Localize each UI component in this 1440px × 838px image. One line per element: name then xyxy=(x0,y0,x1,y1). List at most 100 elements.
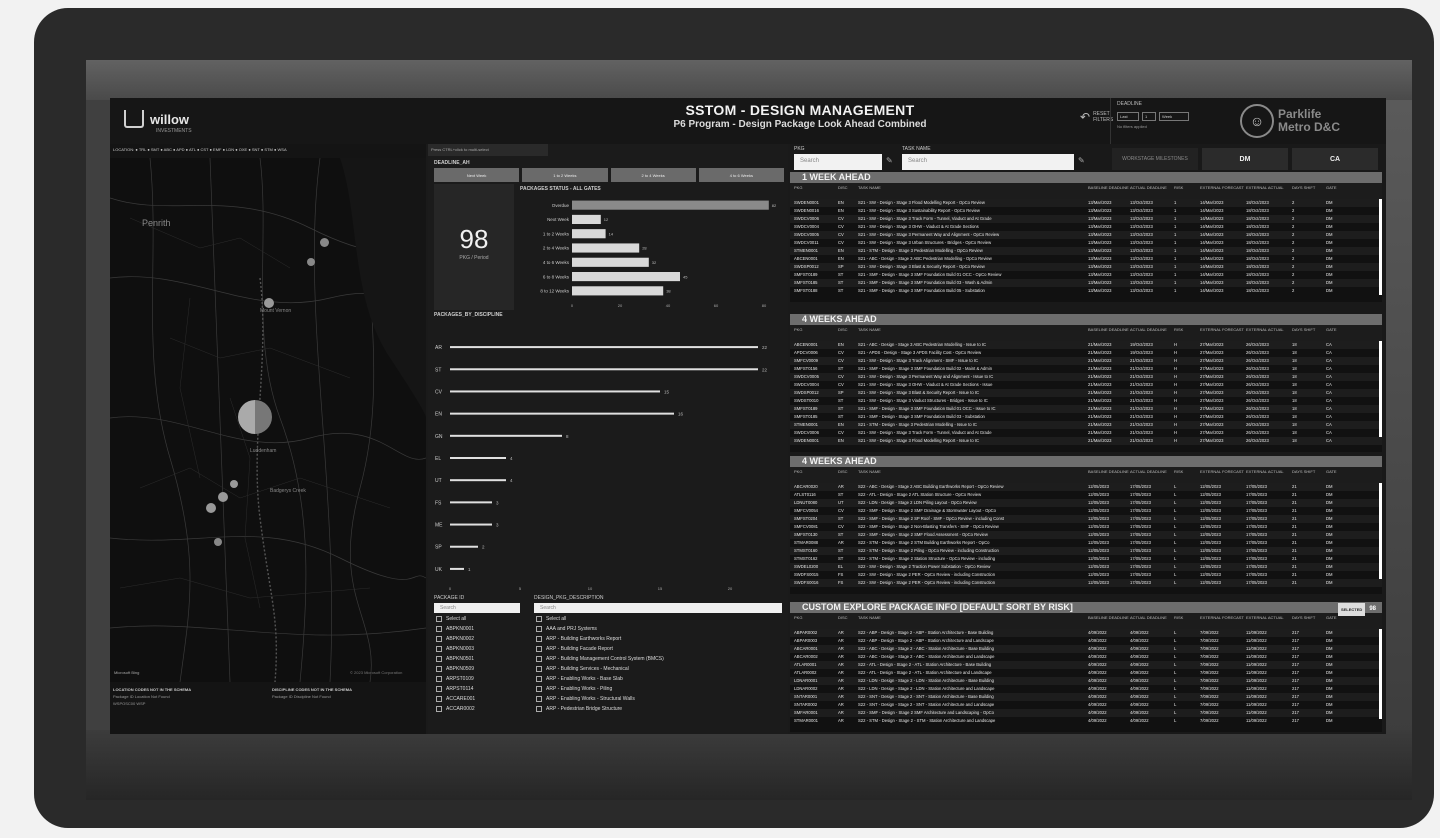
slicer-option[interactable]: ARPST0109 xyxy=(432,674,522,684)
checkbox[interactable] xyxy=(436,656,442,662)
table-row[interactable]: ATLAR0002 AR S22 - ATL - Design - Stage 2 … xyxy=(790,669,1382,677)
column-header[interactable]: ACTUAL DEADLINE xyxy=(1130,185,1174,199)
checkbox[interactable] xyxy=(436,636,442,642)
column-header[interactable]: BASELINE DEADLINE xyxy=(1088,185,1130,199)
column-header[interactable]: RISK xyxy=(1174,327,1200,341)
column-header[interactable]: DISC xyxy=(838,327,858,341)
slicer-option[interactable]: Select all xyxy=(432,614,522,624)
column-header[interactable]: DAYS SHIFT xyxy=(1292,615,1326,629)
checkbox[interactable] xyxy=(436,626,442,632)
checkbox[interactable] xyxy=(536,666,542,672)
location-map[interactable]: Penrith Luddenham Mount Vernon Badgerys … xyxy=(110,158,426,682)
table-row[interactable]: SMFST0204 ST S22 - SMF - Design - Stage 2 … xyxy=(790,515,1382,523)
table-row[interactable]: SMFAR0001 AR S22 - SMF - Design - Stage 2 … xyxy=(790,709,1382,717)
column-header[interactable]: EXTERNAL ACTUAL xyxy=(1246,185,1292,199)
table-row[interactable]: ABPAR0003 AR S22 - ABP - Design - Stage 2 … xyxy=(790,637,1382,645)
slicer-option[interactable]: ABPKN0509 xyxy=(432,664,522,674)
checkbox[interactable] xyxy=(536,676,542,682)
table-row[interactable]: SMFCV0009 CV S21 - SW - Design - Stage 3 T… xyxy=(790,357,1382,365)
table-row[interactable]: SWDEN0016 EN S21 - SW - Design - Stage 3 S… xyxy=(790,207,1382,215)
table-row[interactable]: SWDCV0011 CV S21 - SW - Design - Stage 3 U… xyxy=(790,239,1382,247)
column-header[interactable]: GATE xyxy=(1326,185,1346,199)
table-row[interactable]: SMFST0156 ST S21 - SMF - Design - Stage 3 … xyxy=(790,365,1382,373)
slicer-option[interactable]: ABPKN0002 xyxy=(432,634,522,644)
map-marker[interactable] xyxy=(206,503,216,513)
slicer-option[interactable]: ARPST0114 xyxy=(432,684,522,694)
table-row[interactable]: SWDSP0012 SP S21 - SW - Design - Stage 3 B… xyxy=(790,263,1382,271)
map-marker[interactable] xyxy=(320,238,329,247)
table-scrollbar[interactable] xyxy=(1379,341,1382,437)
map-marker[interactable] xyxy=(307,258,315,266)
filter-clear-icon[interactable]: ✎ xyxy=(1078,156,1085,165)
table-row[interactable]: LDNUT0080 UT S22 - LDN - Design - Stage 2 … xyxy=(790,499,1382,507)
table-row[interactable]: SMFST0130 ST S22 - SMF - Design - Stage 2 … xyxy=(790,531,1382,539)
table-row[interactable]: SMFCV0054 CV S22 - SMF - Design - Stage 2 … xyxy=(790,507,1382,515)
table-row[interactable]: ABCEN0001 EN S21 - ABC - Design - Stage 3 … xyxy=(790,341,1382,349)
column-header[interactable]: TASK NAME xyxy=(858,327,1088,341)
table-row[interactable]: SMFST0185 ST S21 - SMF - Design - Stage 3 … xyxy=(790,413,1382,421)
column-header[interactable]: EXTERNAL FORECAST xyxy=(1200,185,1246,199)
slicer-option[interactable]: ARP - Enabling Works - Base Slab xyxy=(532,674,784,684)
table-row[interactable]: LDNAR0001 AR S22 - LDN - Design - Stage 2 … xyxy=(790,677,1382,685)
checkbox[interactable] xyxy=(536,686,542,692)
checkbox[interactable] xyxy=(536,636,542,642)
column-header[interactable]: TASK NAME xyxy=(858,615,1088,629)
column-header[interactable]: DAYS SHIFT xyxy=(1292,185,1326,199)
table-row[interactable]: SNTAR0002 AR S22 - SNT - Design - Stage 2 … xyxy=(790,701,1382,709)
column-header[interactable]: GATE xyxy=(1326,615,1346,629)
checkbox[interactable] xyxy=(536,626,542,632)
column-header[interactable]: EXTERNAL ACTUAL xyxy=(1246,327,1292,341)
slicer-option[interactable]: ARP - Enabling Works - Structural Walls xyxy=(532,694,784,704)
table-row[interactable]: APDCV0006 CV S21 - APDS - Design - Stage 3… xyxy=(790,349,1382,357)
table-row[interactable]: SMFST0188 ST S21 - SMF - Design - Stage 3 … xyxy=(790,287,1382,295)
table-row[interactable]: STMAR0001 AR S22 - STM - Design - Stage 2 … xyxy=(790,717,1382,725)
column-header[interactable]: BASELINE DEADLINE xyxy=(1088,615,1130,629)
table-row[interactable]: SWDCV0005 CV S21 - SW - Design - Stage 3 P… xyxy=(790,231,1382,239)
description-search[interactable]: Search xyxy=(534,603,782,613)
table-row[interactable]: SNTAR0001 AR S22 - SNT - Design - Stage 2 … xyxy=(790,693,1382,701)
table-row[interactable]: SWDEN0001 EN S21 - SW - Design - Stage 3 F… xyxy=(790,437,1382,445)
column-header[interactable]: PKG xyxy=(794,469,838,483)
ca-toggle[interactable]: CA xyxy=(1292,148,1378,170)
column-header[interactable]: EXTERNAL FORECAST xyxy=(1200,615,1246,629)
checkbox[interactable] xyxy=(436,686,442,692)
column-header[interactable]: BASELINE DEADLINE xyxy=(1088,327,1130,341)
table-row[interactable]: ABPAR0002 AR S22 - ABP - Design - Stage 2 … xyxy=(790,629,1382,637)
table-scrollbar[interactable] xyxy=(1379,483,1382,579)
table-scrollbar[interactable] xyxy=(1379,629,1382,719)
checkbox[interactable] xyxy=(436,616,442,622)
dm-toggle[interactable]: DM xyxy=(1202,148,1288,170)
slicer-option[interactable]: ABPKN0001 xyxy=(432,624,522,634)
slicer-option[interactable]: ACCARE001 xyxy=(432,694,522,704)
column-header[interactable]: PKG xyxy=(794,615,838,629)
table-row[interactable]: STMAR0088 AR S22 - STM - Design - Stage 2 … xyxy=(790,539,1382,547)
selected-button[interactable]: SELECTED xyxy=(1337,603,1366,616)
column-header[interactable]: BASELINE DEADLINE xyxy=(1088,469,1130,483)
slicer-option[interactable]: ARP - Building Facade Report xyxy=(532,644,784,654)
checkbox[interactable] xyxy=(436,646,442,652)
column-header[interactable]: EXTERNAL ACTUAL xyxy=(1246,615,1292,629)
column-header[interactable]: EXTERNAL FORECAST xyxy=(1200,327,1246,341)
column-header[interactable]: RISK xyxy=(1174,185,1200,199)
map-marker[interactable] xyxy=(230,480,238,488)
table-row[interactable]: ATLST0116 ST S22 - ATL - Design - Stage 2 … xyxy=(790,491,1382,499)
slicer-option[interactable]: ABPKN0003 xyxy=(432,644,522,654)
slicer-option[interactable]: ARP - Building Earthworks Report xyxy=(532,634,784,644)
column-header[interactable]: TASK NAME xyxy=(858,185,1088,199)
table-row[interactable]: ATLAR0001 AR S22 - ATL - Design - Stage 2 … xyxy=(790,661,1382,669)
map-marker[interactable] xyxy=(238,400,272,434)
column-header[interactable]: GATE xyxy=(1326,327,1346,341)
table-row[interactable]: SWDEL0200 EL S22 - SW - Design - Stage 2 T… xyxy=(790,563,1382,571)
column-header[interactable]: DAYS SHIFT xyxy=(1292,327,1326,341)
table-row[interactable]: STMEN0001 EN S21 - STM - Design - Stage 3 … xyxy=(790,421,1382,429)
column-header[interactable]: EXTERNAL ACTUAL xyxy=(1246,469,1292,483)
column-header[interactable]: DISC xyxy=(838,615,858,629)
table-row[interactable]: SWDEN0001 EN S21 - SW - Design - Stage 3 F… xyxy=(790,199,1382,207)
column-header[interactable]: DAYS SHIFT xyxy=(1292,469,1326,483)
task-search-input[interactable]: Search xyxy=(902,154,1074,170)
table-scrollbar[interactable] xyxy=(1379,199,1382,295)
table-row[interactable]: SWDCV0005 CV S21 - SW - Design - Stage 3 P… xyxy=(790,373,1382,381)
table-row[interactable]: SWDCV0006 CV S21 - SW - Design - Stage 3 T… xyxy=(790,215,1382,223)
table-row[interactable]: STMEN0001 EN S21 - STM - Design - Stage 3 … xyxy=(790,247,1382,255)
table-row[interactable]: STMST0162 ST S22 - STM - Design - Stage 2 … xyxy=(790,555,1382,563)
